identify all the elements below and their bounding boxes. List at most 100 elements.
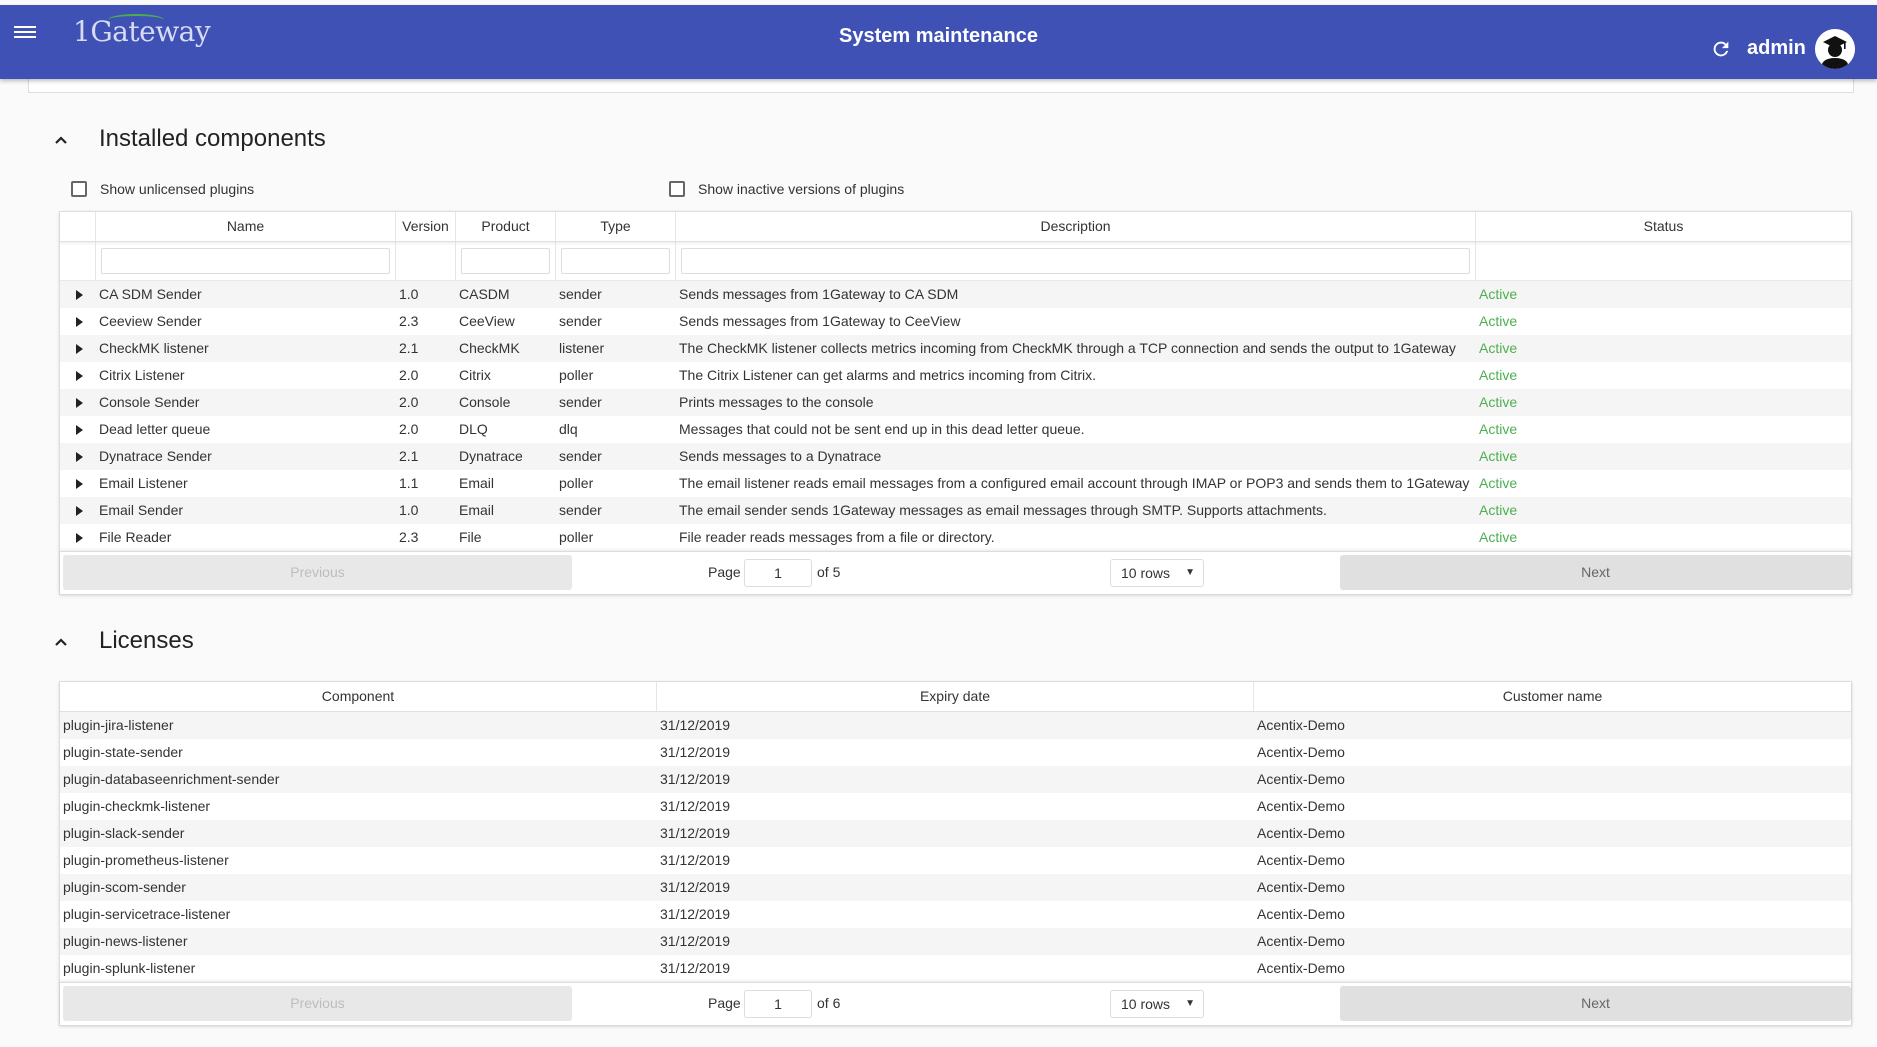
table-row: plugin-scom-sender 31/12/2019 Acentix-Demo bbox=[60, 874, 1851, 901]
table-row[interactable]: Citrix Listener 2.0 Citrix poller The Citrix… bbox=[60, 362, 1851, 389]
expand-row-icon[interactable] bbox=[60, 443, 96, 470]
collapse-components-icon[interactable] bbox=[51, 130, 71, 150]
cell-component: plugin-state-sender bbox=[63, 744, 183, 760]
rows-per-page-value: 10 rows bbox=[1121, 996, 1171, 1012]
cell-expiry: 31/12/2019 bbox=[660, 906, 731, 922]
table-row[interactable]: Ceeview Sender 2.3 CeeView sender Sends mess… bbox=[60, 308, 1851, 335]
show-inactive-checkbox[interactable]: Show inactive versions of plugins bbox=[669, 181, 904, 197]
cell-status: Active bbox=[1479, 367, 1518, 383]
cell-status: Active bbox=[1479, 502, 1518, 518]
cell-name: Dead letter queue bbox=[99, 421, 211, 437]
cell-customer: Acentix-Demo bbox=[1257, 825, 1345, 841]
cell-description: Sends messages to a Dynatrace bbox=[679, 448, 882, 464]
cell-product: CASDM bbox=[459, 286, 510, 302]
expand-row-icon[interactable] bbox=[60, 281, 96, 308]
rows-per-page-select[interactable]: 10 rows ▼ bbox=[1110, 559, 1204, 587]
page-input[interactable]: 1 bbox=[744, 559, 812, 587]
cell-version: 2.1 bbox=[399, 448, 419, 464]
table-row[interactable]: Dead letter queue 2.0 DLQ dlq Messages that … bbox=[60, 416, 1851, 443]
collapse-licenses-icon[interactable] bbox=[51, 632, 71, 652]
column-header-description[interactable]: Description bbox=[676, 212, 1476, 241]
triangle-right-icon bbox=[76, 424, 83, 435]
triangle-right-icon bbox=[76, 532, 83, 543]
column-header-name[interactable]: Name bbox=[96, 212, 396, 241]
expand-row-icon[interactable] bbox=[60, 524, 96, 551]
expand-row-icon[interactable] bbox=[60, 362, 96, 389]
column-header-product[interactable]: Product bbox=[456, 212, 556, 241]
cell-component: plugin-news-listener bbox=[63, 933, 188, 949]
table-row: plugin-prometheus-listener 31/12/2019 Acen… bbox=[60, 847, 1851, 874]
triangle-right-icon bbox=[76, 397, 83, 408]
table-row[interactable]: Email Sender 1.0 Email sender The email send… bbox=[60, 497, 1851, 524]
filter-status-cell bbox=[1476, 242, 1851, 280]
cell-name: Email Listener bbox=[99, 475, 188, 491]
filter-type-input[interactable] bbox=[561, 248, 670, 274]
cell-type: poller bbox=[559, 529, 594, 545]
table-row[interactable]: File Reader 2.3 File poller File reader read… bbox=[60, 524, 1851, 551]
expand-row-icon[interactable] bbox=[60, 389, 96, 416]
filter-product-input[interactable] bbox=[461, 248, 550, 274]
cell-description: Sends messages from 1Gateway to CA SDM bbox=[679, 286, 959, 302]
cell-description: The CheckMK listener collects metrics in… bbox=[679, 340, 1456, 356]
cell-component: plugin-servicetrace-listener bbox=[63, 906, 231, 922]
filter-name-input[interactable] bbox=[101, 248, 390, 274]
filter-description-input[interactable] bbox=[681, 248, 1470, 274]
table-row[interactable]: CheckMK listener 2.1 CheckMK listener The Ch… bbox=[60, 335, 1851, 362]
cell-expiry: 31/12/2019 bbox=[660, 825, 731, 841]
expand-row-icon[interactable] bbox=[60, 308, 96, 335]
cell-version: 2.0 bbox=[399, 394, 419, 410]
page-input[interactable]: 1 bbox=[744, 990, 812, 1018]
dropdown-arrow-icon: ▼ bbox=[1185, 567, 1195, 578]
cell-description: Messages that could not be sent end up i… bbox=[679, 421, 1085, 437]
cell-status: Active bbox=[1479, 421, 1518, 437]
table-row[interactable]: Dynatrace Sender 2.1 Dynatrace sender Sends … bbox=[60, 443, 1851, 470]
table-row[interactable]: Console Sender 2.0 Console sender Prints mes… bbox=[60, 389, 1851, 416]
section-title-licenses: Licenses bbox=[99, 627, 194, 654]
table-header: Name Version Product Type Description St… bbox=[60, 212, 1851, 242]
triangle-right-icon bbox=[76, 289, 83, 300]
table-row: plugin-slack-sender 31/12/2019 Acentix-Dem… bbox=[60, 820, 1851, 847]
cell-type: listener bbox=[559, 340, 605, 356]
cell-component: plugin-prometheus-listener bbox=[63, 852, 229, 868]
previous-button[interactable]: Previous bbox=[63, 986, 572, 1021]
rows-per-page-select[interactable]: 10 rows ▼ bbox=[1110, 990, 1204, 1018]
table-row[interactable]: Email Listener 1.1 Email poller The email li… bbox=[60, 470, 1851, 497]
show-unlicensed-checkbox[interactable]: Show unlicensed plugins bbox=[71, 181, 254, 197]
refresh-icon[interactable] bbox=[1710, 38, 1732, 60]
cell-type: poller bbox=[559, 475, 594, 491]
column-header-status[interactable]: Status bbox=[1476, 212, 1851, 241]
triangle-right-icon bbox=[76, 505, 83, 516]
cell-type: sender bbox=[559, 502, 602, 518]
next-button[interactable]: Next bbox=[1340, 986, 1851, 1021]
table-row[interactable]: CA SDM Sender 1.0 CASDM sender Sends message… bbox=[60, 281, 1851, 308]
expand-row-icon[interactable] bbox=[60, 335, 96, 362]
dropdown-arrow-icon: ▼ bbox=[1185, 998, 1195, 1009]
checkbox-box[interactable] bbox=[71, 181, 87, 197]
checkbox-label: Show unlicensed plugins bbox=[100, 181, 255, 197]
user-name[interactable]: admin bbox=[1747, 37, 1806, 60]
cell-customer: Acentix-Demo bbox=[1257, 717, 1345, 733]
cell-version: 2.3 bbox=[399, 313, 419, 329]
expand-row-icon[interactable] bbox=[60, 470, 96, 497]
cell-description: File reader reads messages from a file o… bbox=[679, 529, 995, 545]
table-header: Component Expiry date Customer name bbox=[60, 682, 1851, 712]
cell-expiry: 31/12/2019 bbox=[660, 960, 731, 976]
cell-product: CheckMK bbox=[459, 340, 520, 356]
previous-button[interactable]: Previous bbox=[63, 555, 572, 590]
next-button[interactable]: Next bbox=[1340, 555, 1851, 590]
cell-product: Console bbox=[459, 394, 511, 410]
column-header-expiry[interactable]: Expiry date bbox=[657, 682, 1254, 711]
column-header-customer[interactable]: Customer name bbox=[1254, 682, 1851, 711]
cell-status: Active bbox=[1479, 529, 1518, 545]
expand-row-icon[interactable] bbox=[60, 497, 96, 524]
column-header-component[interactable]: Component bbox=[60, 682, 657, 711]
column-header-version[interactable]: Version bbox=[396, 212, 456, 241]
cell-name: File Reader bbox=[99, 529, 172, 545]
avatar[interactable] bbox=[1815, 29, 1855, 69]
cell-customer: Acentix-Demo bbox=[1257, 933, 1345, 949]
column-header-type[interactable]: Type bbox=[556, 212, 676, 241]
expand-row-icon[interactable] bbox=[60, 416, 96, 443]
checkbox-box[interactable] bbox=[669, 181, 685, 197]
cell-expiry: 31/12/2019 bbox=[660, 744, 731, 760]
filter-description-cell bbox=[676, 242, 1476, 280]
